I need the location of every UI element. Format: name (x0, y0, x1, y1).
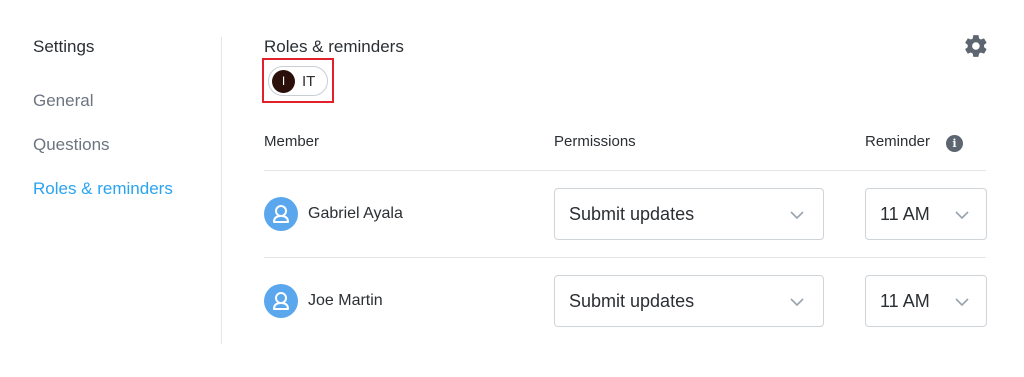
member-name: Joe Martin (308, 292, 383, 309)
user-icon (273, 205, 289, 223)
sidebar-divider (221, 37, 222, 344)
permissions-select[interactable]: Submit updates (554, 275, 824, 327)
settings-sidebar: Settings General Questions Roles & remin… (0, 0, 222, 377)
member-name: Gabriel Ayala (308, 205, 403, 222)
permissions-value: Submit updates (569, 291, 695, 311)
team-chip-label: IT (302, 73, 316, 90)
row-divider (264, 257, 986, 258)
team-avatar: I (272, 70, 295, 93)
chevron-down-icon (790, 211, 804, 220)
sidebar-title: Settings (33, 37, 95, 56)
info-icon[interactable]: i (946, 135, 963, 152)
avatar (264, 284, 298, 318)
column-header-member: Member (264, 133, 320, 150)
chevron-down-icon (955, 211, 969, 220)
permissions-value: Submit updates (569, 204, 695, 224)
gear-icon[interactable] (963, 33, 989, 59)
chevron-down-icon (790, 298, 804, 307)
reminder-select[interactable]: 11 AM (865, 188, 987, 240)
sidebar-item-questions[interactable]: Questions (33, 135, 110, 155)
page-title: Roles & reminders (264, 37, 404, 56)
column-header-reminder: Reminder (865, 133, 931, 150)
reminder-value: 11 AM (880, 291, 930, 311)
sidebar-item-general[interactable]: General (33, 91, 93, 111)
header-divider (264, 170, 986, 171)
avatar (264, 197, 298, 231)
column-header-permissions: Permissions (554, 133, 636, 150)
user-icon (273, 292, 289, 310)
main-panel: Roles & reminders I IT Member Permission… (262, 0, 1024, 377)
reminder-select[interactable]: 11 AM (865, 275, 987, 327)
permissions-select[interactable]: Submit updates (554, 188, 824, 240)
team-chip[interactable]: I IT (268, 66, 328, 96)
chevron-down-icon (955, 298, 969, 307)
team-chip-highlight: I IT (262, 58, 334, 103)
reminder-value: 11 AM (880, 204, 930, 224)
sidebar-item-roles-reminders[interactable]: Roles & reminders (33, 179, 173, 199)
